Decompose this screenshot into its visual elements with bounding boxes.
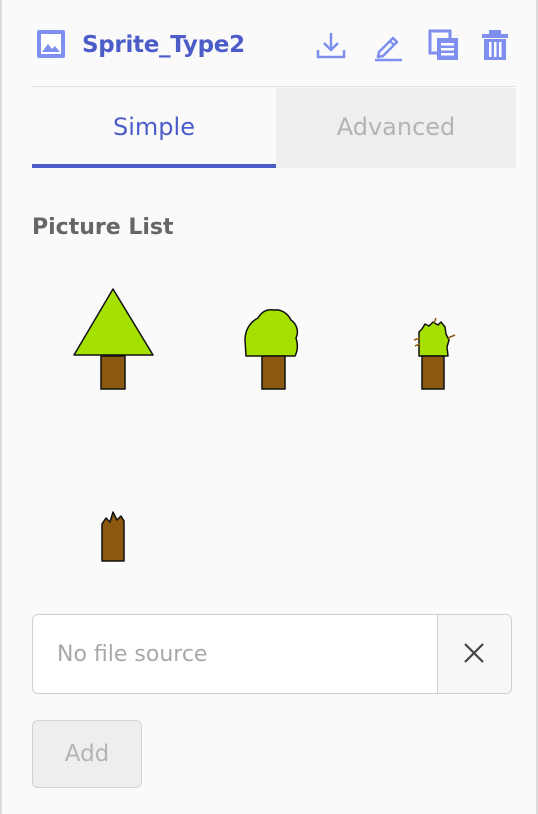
picture-list-label: Picture List	[32, 215, 174, 240]
tab-advanced[interactable]: Advanced	[276, 88, 516, 168]
sprite-properties-panel: Sprite_Type2 Simple Advanced Picture Lis…	[0, 0, 538, 814]
picture-tree-damaged[interactable]	[410, 316, 462, 392]
duplicate-icon	[428, 29, 458, 60]
file-source-field	[32, 614, 512, 694]
picture-tree-round[interactable]	[238, 304, 304, 392]
pencil-icon	[375, 36, 402, 62]
image-icon	[35, 28, 67, 60]
sprite-title: Sprite_Type2	[82, 32, 245, 58]
picture-tree-pine[interactable]	[70, 286, 156, 392]
tab-bar: Simple Advanced	[32, 88, 516, 168]
edit-button[interactable]	[371, 28, 405, 62]
close-icon	[464, 643, 484, 663]
trash-icon	[482, 30, 508, 60]
duplicate-button[interactable]	[427, 28, 461, 62]
tab-simple[interactable]: Simple	[32, 88, 276, 168]
download-icon	[316, 33, 346, 59]
delete-button[interactable]	[478, 28, 512, 62]
header-divider	[32, 86, 516, 87]
add-button[interactable]: Add	[32, 720, 142, 788]
picture-tree-stump[interactable]	[98, 508, 130, 564]
file-source-input[interactable]	[33, 615, 437, 693]
download-button[interactable]	[314, 28, 348, 62]
clear-file-button[interactable]	[437, 615, 511, 693]
sprite-header: Sprite_Type2	[32, 22, 516, 68]
